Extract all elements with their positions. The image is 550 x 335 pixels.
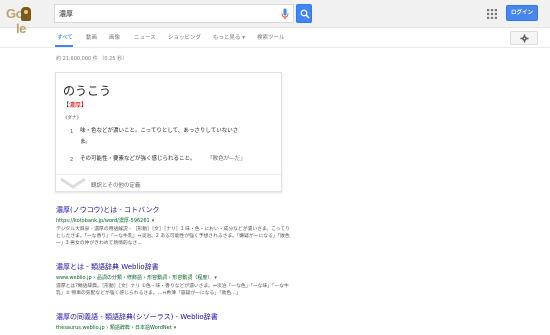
mic-icon[interactable]: [281, 8, 289, 20]
dictionary-card: のうこう 【濃厚】 《ダナ》 1 味・色などが濃いこと。こってりとして、あっさり…: [55, 72, 282, 192]
search-result: 濃厚とは - 類語辞典 Weblio辞書 www.weblio.jp › 品詞の…: [56, 262, 291, 297]
dictionary-more-link[interactable]: 観訳とその他の定義: [91, 181, 140, 189]
dictionary-headword: のうこう: [63, 84, 112, 98]
tab-search-tools[interactable]: 検索ツール: [257, 33, 285, 41]
dictionary-kanji: 【濃厚】: [63, 102, 88, 109]
definition-number: 1: [70, 129, 74, 135]
login-button[interactable]: ログイン: [506, 5, 538, 21]
tab-news[interactable]: ニュース: [134, 33, 156, 41]
search-box[interactable]: [54, 4, 294, 23]
search-result: 濃厚の同義語 - 類語辞典(シソーラス) - Weblio辞書 thesauru…: [56, 312, 218, 331]
definition-text: その可能性・要素などが強く感じられること。 「敗色が―だ」: [80, 156, 246, 162]
top-bar: Goole ログイン: [0, 0, 550, 36]
result-url: www.weblio.jp › 品詞の分類 › 修飾語 › 形容動詞 › 形容動…: [56, 275, 217, 281]
result-title-link[interactable]: 濃厚(ノウコウ)とは - コトバンク: [56, 205, 291, 215]
tab-videos[interactable]: 動画: [86, 33, 97, 41]
active-tab-indicator: [55, 45, 73, 47]
gear-icon: [520, 34, 529, 43]
result-url: thesaurus.weblio.jp › 類語辞典 › 日本語WordNet ▾: [56, 325, 177, 331]
definition-text: 味・色などが濃いこと。こってりとして、あっさりしていないさ ま。: [80, 128, 239, 145]
chevron-down-icon: [60, 178, 86, 189]
search-result: 濃厚(ノウコウ)とは - コトバンク https://kotobank.jp/w…: [56, 205, 291, 247]
result-url: https://kotobank.jp/word/濃厚-596261 ▾: [56, 218, 155, 224]
url-dropdown-icon[interactable]: ▾: [174, 325, 177, 331]
tab-images[interactable]: 画像: [109, 33, 120, 41]
result-snippet: デジタル大辞泉 - 濃厚の用語解説 - ［形動］［文］［ナリ］1 味・色・におい…: [56, 227, 290, 246]
search-button[interactable]: [296, 4, 312, 23]
doodle-icon: [21, 7, 31, 21]
search-tabs: すべて 動画 画像 ニュース ショッピング もっと見る ▾ 検索ツール: [0, 28, 550, 48]
result-stats: 約 21,600,000 件 （0.25 秒）: [56, 56, 128, 62]
result-title-link[interactable]: 濃厚の同義語 - 類語辞典(シソーラス) - Weblio辞書: [56, 312, 218, 322]
search-icon: [300, 9, 310, 19]
result-snippet: 濃厚とは?類語辞典。［形動］［文］ナリ ①色・味・香りなどが濃いさま。⇔淡泊「一…: [56, 284, 289, 296]
tab-more[interactable]: もっと見る ▾: [213, 33, 245, 41]
url-dropdown-icon[interactable]: ▾: [152, 218, 155, 224]
settings-button[interactable]: [510, 31, 538, 45]
google-logo[interactable]: Goo le: [6, 6, 46, 36]
search-input[interactable]: [59, 8, 269, 20]
url-dropdown-icon[interactable]: ▾: [214, 275, 217, 281]
tab-all[interactable]: すべて: [57, 33, 73, 41]
dictionary-more-row[interactable]: 観訳とその他の定義: [56, 174, 281, 192]
definition-number: 2: [70, 157, 74, 163]
tab-shopping[interactable]: ショッピング: [168, 33, 201, 41]
dictionary-part-of-speech: 《ダナ》: [63, 116, 81, 121]
result-title-link[interactable]: 濃厚とは - 類語辞典 Weblio辞書: [56, 262, 291, 272]
apps-grid-icon[interactable]: [487, 9, 497, 19]
